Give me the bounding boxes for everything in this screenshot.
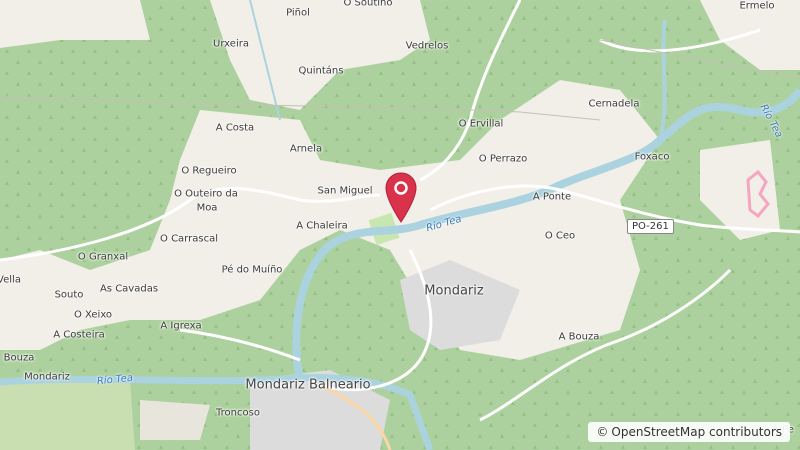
place-label-a-chaleira: A Chaleira — [296, 220, 348, 232]
map-attribution: © OpenStreetMap contributors — [588, 422, 790, 442]
place-label-vedrelos: Vedrelos — [405, 40, 449, 52]
place-label-a-costa: A Costa — [215, 122, 255, 134]
place-label-o-outeiro-da-moa-line2: Moa — [196, 202, 218, 214]
road-shield-po-261: PO-261 — [627, 219, 674, 234]
place-label-o-regueiro: O Regueiro — [181, 165, 237, 177]
place-label-foxaco: Foxaco — [634, 151, 670, 163]
place-label-san-miguel: San Miguel — [317, 185, 373, 197]
place-label-mondariz: Mondariz — [424, 283, 484, 299]
place-label-vella: Vella — [0, 274, 21, 286]
place-label-cernadela: Cernadela — [588, 98, 640, 110]
attribution-link[interactable]: OpenStreetMap contributors — [611, 425, 782, 439]
place-label-urxeira: Urxeira — [213, 38, 249, 50]
place-label-pe-do-muino: Pé do Muíño — [221, 264, 283, 276]
place-label-ermelo: Ermelo — [739, 0, 775, 12]
location-marker-icon[interactable] — [385, 172, 417, 224]
place-label-a-igrexa: A Igrexa — [160, 320, 202, 332]
place-label-mondariz-balneario: Mondariz Balneario — [245, 377, 371, 393]
place-label-o-granxal: O Granxal — [77, 251, 129, 263]
place-label-as-cavadas: As Cavadas — [99, 283, 159, 295]
place-label-a-bouza: A Bouza — [558, 331, 600, 343]
place-label-o-outeiro-da-moa-line1: O Outeiro da — [174, 188, 238, 200]
copyright-symbol: © — [596, 425, 609, 439]
place-label-souto: Souto — [54, 289, 84, 301]
place-label-o-carrascal: O Carrascal — [160, 233, 218, 245]
place-label-mondariz-small: Mondariz — [24, 371, 70, 383]
place-label-bouza: Bouza — [3, 352, 35, 364]
place-label-o-perrazo: O Perrazo — [478, 153, 528, 165]
place-label-o-soutino: O Soutiño — [343, 0, 393, 9]
place-label-arnela: Arnela — [289, 143, 323, 155]
place-label-a-costeira: A Costeira — [53, 329, 105, 341]
place-label-o-ervillal: O Ervillal — [458, 118, 504, 130]
place-label-a-ponte: A Ponte — [532, 191, 572, 203]
map-view[interactable]: Piñol O Soutiño Ermelo Urxeira Vedrelos … — [0, 0, 800, 450]
place-label-troncoso: Troncoso — [216, 407, 260, 419]
place-label-pinol: Piñol — [286, 7, 310, 19]
place-label-o-ceo: O Ceo — [544, 230, 576, 242]
place-label-quintans: Quintáns — [298, 65, 344, 77]
place-label-o-xeixo: O Xeixo — [73, 309, 113, 321]
